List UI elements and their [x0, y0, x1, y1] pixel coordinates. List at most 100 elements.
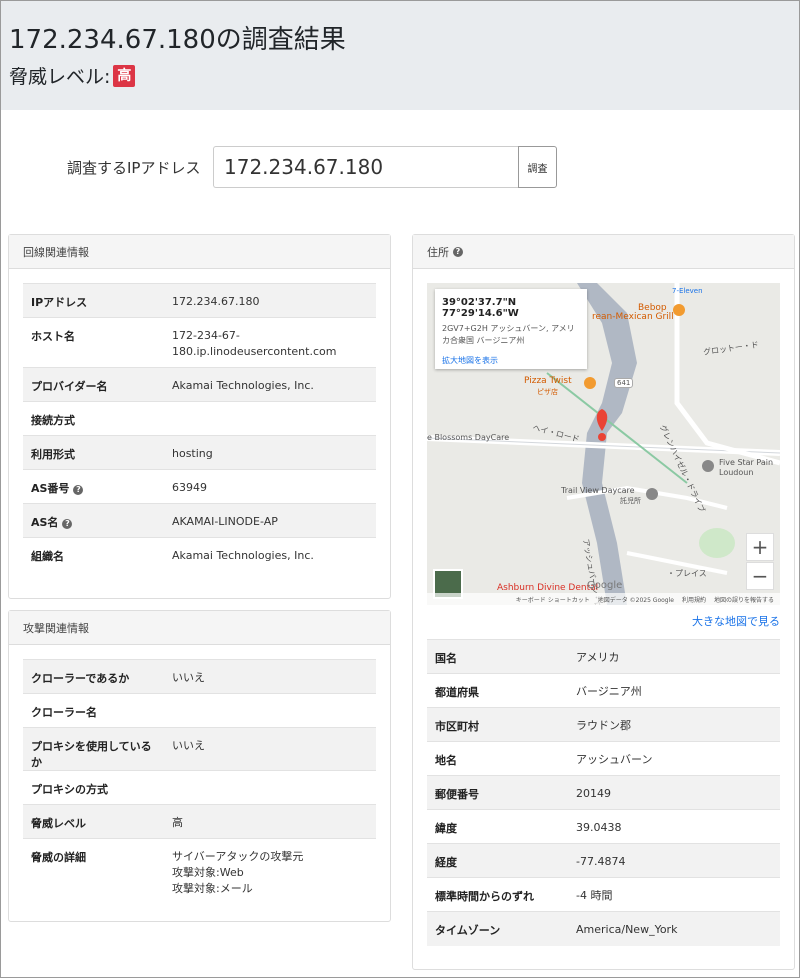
threat-label: 脅威レベル:	[9, 66, 111, 88]
five-star-icon[interactable]	[702, 460, 714, 472]
table-row: 経度 -77.4874	[427, 843, 780, 878]
help-circle-icon[interactable]: ?	[453, 246, 463, 257]
row-key: 脅威レベル	[23, 805, 164, 839]
row-key: AS番号?	[23, 470, 164, 504]
google-map[interactable]: Bebop rean-Mexican Grill 7-Eleven Pizza …	[427, 283, 780, 605]
row-key-label: 郵便番号	[435, 788, 479, 801]
map-plus-code: 2GV7+G2H アッシュバーン, アメリカ合衆国 バージニア州	[442, 324, 575, 345]
row-value: いいえ	[172, 671, 205, 684]
row-key: 都道府県	[427, 674, 568, 708]
row-key-label: ホスト名	[31, 330, 75, 343]
map-coords: 39°02'37.7"N 77°29'14.6"W	[442, 297, 519, 319]
network-card-header: 回線関連情報	[9, 235, 390, 269]
table-row: 接続方式	[23, 401, 376, 436]
network-info-card: 回線関連情報 IPアドレス 172.234.67.180 ホスト名 172-234-6…	[8, 234, 391, 599]
table-row: 利用形式 hosting	[23, 435, 376, 470]
row-value: 高	[172, 816, 183, 829]
google-logo: Google	[587, 580, 623, 591]
row-value: America/New_York	[576, 923, 678, 936]
help-circle-icon[interactable]: ?	[62, 519, 73, 529]
map-info-popup: 39°02'37.7"N 77°29'14.6"W 2GV7+G2H アッシュバ…	[435, 289, 587, 369]
page-title: 172.234.67.180の調査結果	[9, 25, 346, 55]
map-label-route-641: 641	[614, 378, 634, 388]
attack-card-header: 攻撃関連情報	[9, 611, 390, 645]
pizza-icon[interactable]	[584, 377, 596, 389]
table-row: 脅威の詳細 サイバーアタックの攻撃元 攻撃対象:Web 攻撃対象:メール	[23, 838, 376, 909]
row-key: 緯度	[427, 810, 568, 844]
row-key: 接続方式	[23, 402, 164, 436]
row-key: 経度	[427, 844, 568, 878]
row-key: プロキシを使用しているか	[23, 728, 164, 771]
row-key: IPアドレス	[23, 284, 164, 318]
row-key: クローラー名	[23, 694, 164, 728]
table-row: AS名? AKAMAI-LINODE-AP	[23, 503, 376, 538]
row-key-label: 緯度	[435, 822, 457, 835]
row-key: 郵便番号	[427, 776, 568, 810]
row-key-label: AS名	[31, 516, 59, 529]
row-value: Akamai Technologies, Inc.	[172, 379, 314, 392]
table-row: クローラーであるか いいえ	[23, 659, 376, 694]
search-button[interactable]: 調査	[518, 146, 557, 188]
table-row: AS番号? 63949	[23, 469, 376, 504]
row-value: アメリカ	[576, 651, 620, 664]
threat-badge: 高	[113, 64, 136, 87]
row-key-label: AS番号	[31, 482, 70, 495]
row-value	[164, 771, 376, 805]
enlarge-map-link[interactable]: 拡大地図を表示	[442, 355, 580, 366]
row-key-label: 地名	[435, 754, 457, 767]
table-row: 都道府県 バージニア州	[427, 673, 780, 708]
ip-search-form: 調査するIPアドレス 調査	[67, 146, 557, 188]
threat-level: 脅威レベル: 高	[9, 62, 136, 89]
table-row: IPアドレス 172.234.67.180	[23, 283, 376, 318]
help-circle-icon[interactable]: ?	[73, 485, 84, 495]
row-value: アッシュバーン	[576, 753, 653, 766]
map-footer-shortcuts[interactable]: キーボード ショートカット	[516, 595, 590, 604]
table-row: 市区町村 ラウドン郡	[427, 707, 780, 742]
zoom-out-icon[interactable]: −	[746, 562, 774, 590]
table-row: ホスト名 172-234-67- 180.ip.linodeusercontent…	[23, 317, 376, 368]
map-footer-terms[interactable]: 利用規約	[682, 595, 706, 604]
row-key: AS名?	[23, 504, 164, 538]
table-row: プロキシを使用しているか いいえ	[23, 727, 376, 771]
park-area	[699, 528, 735, 558]
row-value: -77.4874	[576, 855, 626, 868]
row-key-label: 経度	[435, 856, 457, 869]
row-key: ホスト名	[23, 318, 164, 368]
row-value: 172-234-67- 180.ip.linodeusercontent.com	[172, 329, 337, 358]
restaurant-icon[interactable]	[673, 304, 685, 316]
row-value: 39.0438	[576, 821, 622, 834]
row-value: サイバーアタックの攻撃元 攻撃対象:Web 攻撃対象:メール	[172, 850, 304, 895]
row-value	[164, 694, 376, 728]
map-label-trail-view-jp: 託児所	[620, 497, 641, 505]
row-key-label: クローラー名	[31, 706, 97, 719]
ip-input[interactable]	[213, 146, 518, 188]
pin-center	[598, 433, 606, 441]
map-label-pizza-jp: ピザ店	[537, 388, 558, 396]
address-title: 住所	[427, 245, 449, 259]
row-key-label: 利用形式	[31, 448, 75, 461]
row-key-label: 標準時間からのずれ	[435, 890, 534, 903]
address-table: 国名 アメリカ 都道府県 バージニア州 市区町村 ラウドン郡 地名 アッシュバーン 郵便番号 20…	[427, 639, 780, 946]
map-footer-report[interactable]: 地図の誤りを報告する	[714, 595, 774, 604]
row-key: 脅威の詳細	[23, 839, 164, 909]
row-key-label: IPアドレス	[31, 296, 88, 309]
row-value: 63949	[172, 481, 207, 494]
zoom-in-icon[interactable]: +	[746, 533, 774, 561]
row-value: Akamai Technologies, Inc.	[172, 549, 314, 562]
map-label-7eleven: 7-Eleven	[672, 287, 703, 295]
table-row: 脅威レベル 高	[23, 804, 376, 839]
table-row: クローラー名	[23, 693, 376, 728]
row-key-label: 都道府県	[435, 686, 479, 699]
table-row: 国名 アメリカ	[427, 639, 780, 674]
row-key-label: 組織名	[31, 550, 64, 563]
page-header: 172.234.67.180の調査結果 脅威レベル: 高	[1, 1, 799, 110]
daycare-icon[interactable]	[646, 488, 658, 500]
row-key: タイムゾーン	[427, 912, 568, 946]
row-value: AKAMAI-LINODE-AP	[172, 515, 278, 528]
row-value: ラウドン郡	[576, 719, 631, 732]
map-label-place: ・プレイス	[667, 569, 707, 578]
big-map-link[interactable]: 大きな地図で見る	[692, 613, 780, 629]
table-row: タイムゾーン America/New_York	[427, 911, 780, 946]
map-footer: キーボード ショートカット 地図データ ©2025 Google 利用規約 地図…	[427, 593, 780, 605]
map-footer-data: 地図データ ©2025 Google	[597, 596, 674, 604]
